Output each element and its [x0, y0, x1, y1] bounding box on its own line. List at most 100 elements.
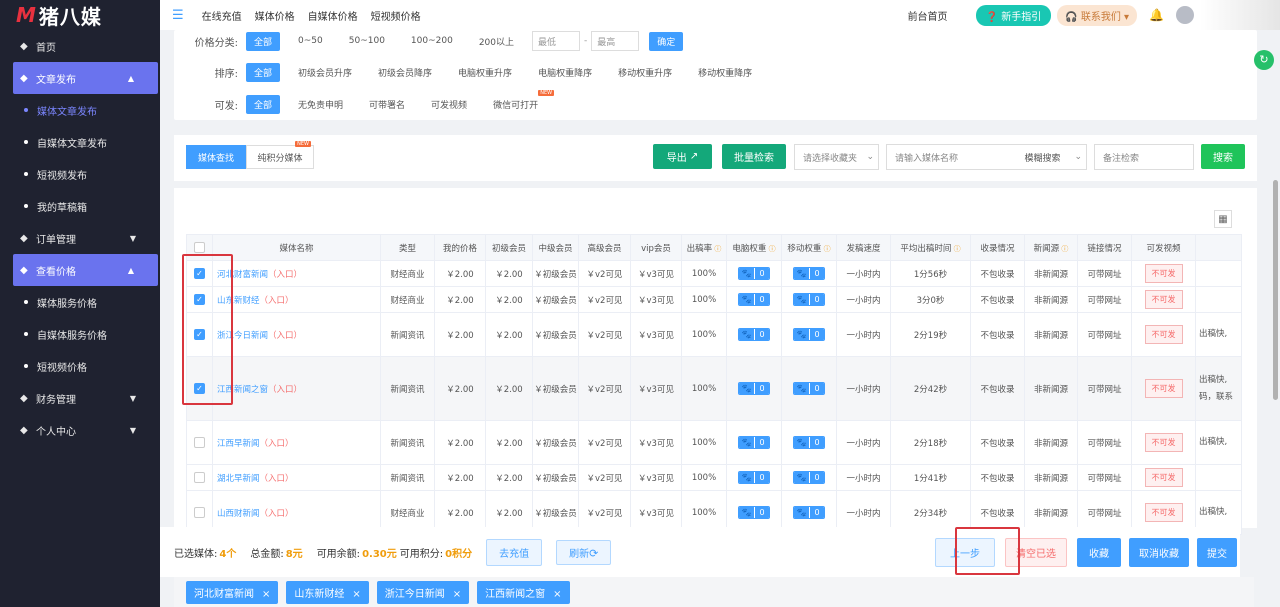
media-name-cell[interactable]: 湖北早新闻（入口） — [212, 464, 381, 491]
selected-media-chip[interactable]: 江西新闻之窗 × — [477, 580, 570, 604]
sidebar-item[interactable]: 短视频发布 — [0, 158, 160, 190]
close-icon[interactable]: × — [453, 589, 461, 600]
refresh-button[interactable]: 刷新⟳ — [556, 539, 612, 565]
sidebar-item[interactable]: 自媒体服务价格 — [0, 318, 160, 350]
front-home-link[interactable]: 前台首页 — [908, 8, 948, 23]
sort-option-mobile-asc[interactable]: 移动权重升序 — [610, 63, 680, 82]
topbar-link-media-price[interactable]: 媒体价格 — [255, 8, 295, 23]
row-checkbox[interactable] — [194, 507, 205, 518]
row-checkbox-cell[interactable] — [186, 420, 213, 465]
media-name-input[interactable]: 请输入媒体名称 模糊搜索 ⌄ — [886, 144, 1087, 170]
table-row[interactable]: ✓ 浙江今日新闻（入口） 新闻资讯 ￥2.00 ￥2.00 ￥初级会员 ￥v2可见 ￥v3可见… — [186, 312, 1242, 357]
close-icon[interactable]: × — [352, 589, 360, 600]
row-checkbox[interactable] — [194, 472, 205, 483]
media-name-cell[interactable]: 河北财富新闻（入口） — [212, 260, 381, 287]
sidebar-item[interactable]: 我的草稿箱 — [0, 190, 160, 222]
bell-icon[interactable]: 🔔 — [1149, 8, 1164, 22]
can-option-all[interactable]: 全部 — [246, 94, 281, 114]
sidebar-item[interactable]: 自媒体文章发布 — [0, 126, 160, 158]
topbar-link-video-price[interactable]: 短视频价格 — [371, 8, 421, 23]
menu-toggle-icon[interactable]: ☰ — [172, 8, 184, 23]
table-row[interactable]: 湖北早新闻（入口） 新闻资讯 ￥2.00 ￥2.00 ￥初级会员 ￥v2可见 ￥v3可见 10… — [186, 464, 1242, 491]
can-option-signature[interactable]: 可带署名 — [361, 95, 413, 114]
price-option-50-100[interactable]: 50~100 — [341, 33, 393, 49]
selected-media-chip[interactable]: 浙江今日新闻 × — [376, 580, 470, 604]
media-name-cell[interactable]: 江西早新闻（入口） — [212, 420, 381, 465]
avatar[interactable] — [1176, 6, 1194, 24]
tab-points-media[interactable]: 纯积分媒体 NEW — [246, 141, 314, 169]
select-all-checkbox[interactable] — [194, 242, 205, 253]
recharge-button[interactable]: 去充值 — [486, 538, 543, 566]
entry-link[interactable]: （入口） — [260, 474, 294, 484]
sidebar-item[interactable]: ◆ 个人中心 ▼ — [0, 414, 160, 446]
topbar-link-selfmedia-price[interactable]: 自媒体价格 — [308, 8, 358, 23]
guide-button[interactable]: ❓ 新手指引 — [975, 4, 1052, 26]
entry-link[interactable]: （入口） — [268, 331, 302, 341]
sidebar-item[interactable]: ◆ 订单管理 ▼ — [0, 222, 160, 254]
column-settings-icon[interactable]: ▦ — [1214, 210, 1232, 228]
help-icon[interactable]: ⓘ — [821, 245, 831, 253]
fuzzy-search-select[interactable]: 模糊搜索 — [1024, 151, 1060, 164]
can-option-video[interactable]: 可发视频 — [423, 95, 475, 114]
floating-assistant-icon[interactable]: ↻ — [1254, 50, 1274, 70]
search-button[interactable]: 搜索 — [1201, 144, 1245, 169]
sidebar-item[interactable]: ◆ 查看价格 ▲ — [13, 254, 158, 286]
row-checkbox-cell[interactable] — [186, 464, 213, 491]
table-row[interactable]: ✓ 江西新闻之窗（入口） 新闻资讯 ￥2.00 ￥2.00 ￥初级会员 ￥v2可见 ￥v3可见… — [186, 356, 1242, 421]
price-max-input[interactable]: 最高 — [591, 31, 640, 51]
media-name-cell[interactable]: 山东新财经（入口） — [212, 286, 381, 313]
media-name-link[interactable]: 山西财新闻 — [217, 509, 260, 519]
selected-media-chip[interactable]: 河北财富新闻 × — [186, 580, 279, 604]
close-icon[interactable]: × — [262, 589, 270, 600]
help-icon[interactable]: ⓘ — [712, 245, 721, 253]
help-icon[interactable]: ⓘ — [951, 245, 961, 253]
favorite-button[interactable]: 收藏 — [1077, 537, 1121, 567]
sort-option-pc-desc[interactable]: 电脑权重降序 — [530, 63, 600, 82]
sidebar-item[interactable]: 媒体服务价格 — [0, 286, 160, 318]
sidebar-item[interactable]: 媒体文章发布 — [0, 94, 160, 126]
price-confirm-button[interactable]: 确定 — [649, 31, 684, 51]
unfavorite-button[interactable]: 取消收藏 — [1129, 537, 1189, 567]
submit-button[interactable]: 提交 — [1197, 537, 1237, 567]
entry-link[interactable]: （入口） — [268, 385, 302, 395]
price-option-all[interactable]: 全部 — [246, 31, 281, 51]
price-option-100-200[interactable]: 100~200 — [403, 33, 461, 49]
media-name-link[interactable]: 湖北早新闻 — [217, 474, 260, 484]
entry-link[interactable]: （入口） — [260, 509, 294, 519]
media-name-cell[interactable]: 江西新闻之窗（入口） — [212, 356, 381, 421]
export-button[interactable]: 导出 ↗ — [653, 144, 712, 169]
favorites-select[interactable]: 请选择收藏夹 ⌄ — [794, 144, 879, 170]
sort-option-pc-asc[interactable]: 电脑权重升序 — [450, 63, 520, 82]
table-row[interactable]: 江西早新闻（入口） 新闻资讯 ￥2.00 ￥2.00 ￥初级会员 ￥v2可见 ￥v3可见 10… — [186, 420, 1242, 465]
sidebar-item[interactable]: ◆ 文章发布 ▲ — [13, 62, 158, 94]
table-row[interactable]: ✓ 山东新财经（入口） 财经商业 ￥2.00 ￥2.00 ￥初级会员 ￥v2可见 ￥v3可见 1… — [186, 286, 1242, 313]
remark-search-input[interactable]: 备注检索 — [1094, 144, 1194, 170]
sort-option-all[interactable]: 全部 — [246, 62, 281, 82]
entry-link[interactable]: （入口） — [260, 296, 294, 306]
entry-link[interactable]: （入口） — [260, 439, 294, 449]
sidebar-item[interactable]: 短视频价格 — [0, 350, 160, 382]
help-icon[interactable]: ⓘ — [1059, 245, 1068, 253]
selected-media-chip[interactable]: 山东新财经 × — [286, 580, 369, 604]
topbar-link-recharge[interactable]: 在线充值 — [202, 8, 242, 23]
help-icon[interactable]: ⓘ — [766, 245, 776, 253]
close-icon[interactable]: × — [553, 589, 561, 600]
entry-link[interactable]: （入口） — [268, 270, 302, 280]
sort-option-basic-desc[interactable]: 初级会员降序 — [370, 63, 440, 82]
sidebar-item[interactable]: ◆ 财务管理 ▼ — [0, 382, 160, 414]
sidebar-item[interactable]: ◆ 首页 — [0, 30, 160, 62]
price-min-input[interactable]: 最低 — [532, 31, 581, 51]
sort-option-mobile-desc[interactable]: 移动权重降序 — [690, 63, 760, 82]
tab-media-search[interactable]: 媒体查找 — [186, 145, 246, 169]
media-name-link[interactable]: 江西早新闻 — [217, 439, 260, 449]
price-option-0-50[interactable]: 0~50 — [290, 33, 331, 49]
logo[interactable]: M 猪八媒 — [0, 0, 160, 30]
table-row[interactable]: ✓ 河北财富新闻（入口） 财经商业 ￥2.00 ￥2.00 ￥初级会员 ￥v2可见 ￥v3可见… — [186, 260, 1242, 287]
price-option-200-plus[interactable]: 200以上 — [471, 32, 522, 51]
media-name-cell[interactable]: 浙江今日新闻（入口） — [212, 312, 381, 357]
batch-search-button[interactable]: 批量检索 — [722, 144, 786, 169]
contact-button[interactable]: 🎧 联系我们 ▾ — [1057, 4, 1138, 26]
can-option-wechat[interactable]: 微信可打开 NEW — [485, 89, 555, 114]
can-option-no-disclaimer[interactable]: 无免责申明 — [290, 95, 351, 114]
row-checkbox[interactable] — [194, 437, 205, 448]
